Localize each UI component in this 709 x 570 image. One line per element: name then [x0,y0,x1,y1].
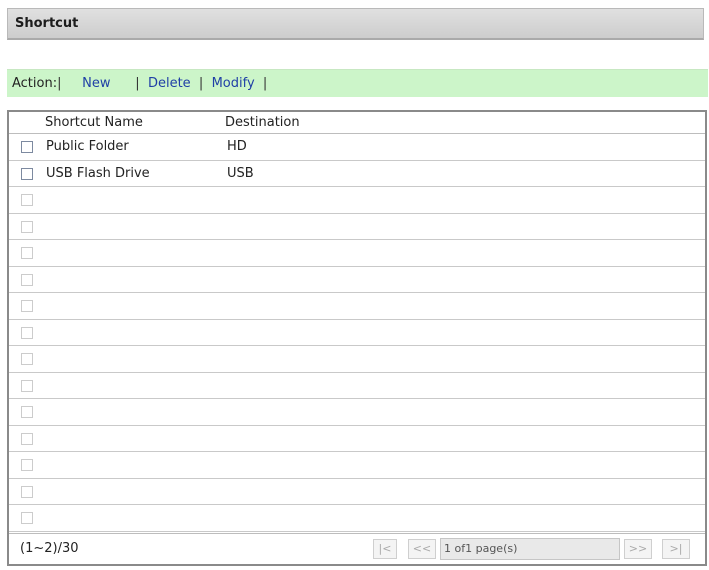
empty-row [9,373,705,399]
empty-row [9,399,705,426]
separator: | [254,76,268,91]
row-checkbox-disabled [21,406,33,418]
empty-row [9,214,705,240]
page-title: Shortcut [7,8,704,40]
row-checkbox-disabled [21,459,33,471]
first-page-button[interactable]: |< [373,539,397,559]
separator: | [110,76,148,91]
row-checkbox-disabled [21,485,33,498]
row-checkbox-disabled [21,379,33,392]
shortcut-name-cell: USB Flash Drive [46,165,150,181]
empty-row [9,346,705,373]
empty-row [9,426,705,452]
destination-cell: HD [227,139,247,154]
destination-cell: USB [227,165,254,181]
empty-row [9,452,705,479]
empty-row [9,293,705,320]
row-checkbox-disabled [21,326,33,339]
empty-row [9,240,705,267]
modify-link[interactable]: Modify [212,76,255,91]
new-link[interactable]: New [82,76,110,91]
shortcut-name-cell: Public Folder [46,139,129,154]
column-header-destination: Destination [225,115,300,130]
previous-page-button[interactable]: << [408,539,436,559]
row-checkbox[interactable] [21,167,33,180]
shortcut-list-panel: Shortcut Name Destination Public Folder … [7,110,707,566]
shortcut-rows: Public Folder HD USB Flash Drive USB [9,134,705,532]
last-page-button[interactable]: >| [662,539,690,559]
table-row[interactable]: Public Folder HD [9,134,705,161]
list-header: Shortcut Name Destination [9,112,705,134]
separator: | [57,76,83,91]
table-row[interactable]: USB Flash Drive USB [9,161,705,187]
row-checkbox-disabled [21,432,33,445]
row-checkbox-disabled [21,300,33,312]
action-bar: Action:| New | Delete | Modify | [7,69,708,97]
column-header-shortcut-name: Shortcut Name [45,115,143,130]
empty-row [9,267,705,293]
row-checkbox[interactable] [21,141,33,153]
empty-row [9,187,705,214]
row-checkbox-disabled [21,220,33,233]
record-range: (1~2)/30 [20,541,79,556]
row-checkbox-disabled [21,247,33,259]
row-checkbox-disabled [21,273,33,286]
delete-link[interactable]: Delete [148,76,191,91]
empty-row [9,320,705,346]
row-checkbox-disabled [21,353,33,365]
next-page-button[interactable]: >> [624,539,652,559]
action-label: Action: [12,76,58,91]
pagination-bar: (1~2)/30 |< << 1 of1 page(s) >> >| [9,533,705,564]
page-info: 1 of1 page(s) [440,538,620,560]
separator: | [190,76,212,91]
empty-row [9,505,705,532]
empty-row [9,479,705,505]
row-checkbox-disabled [21,194,33,206]
row-checkbox-disabled [21,512,33,524]
